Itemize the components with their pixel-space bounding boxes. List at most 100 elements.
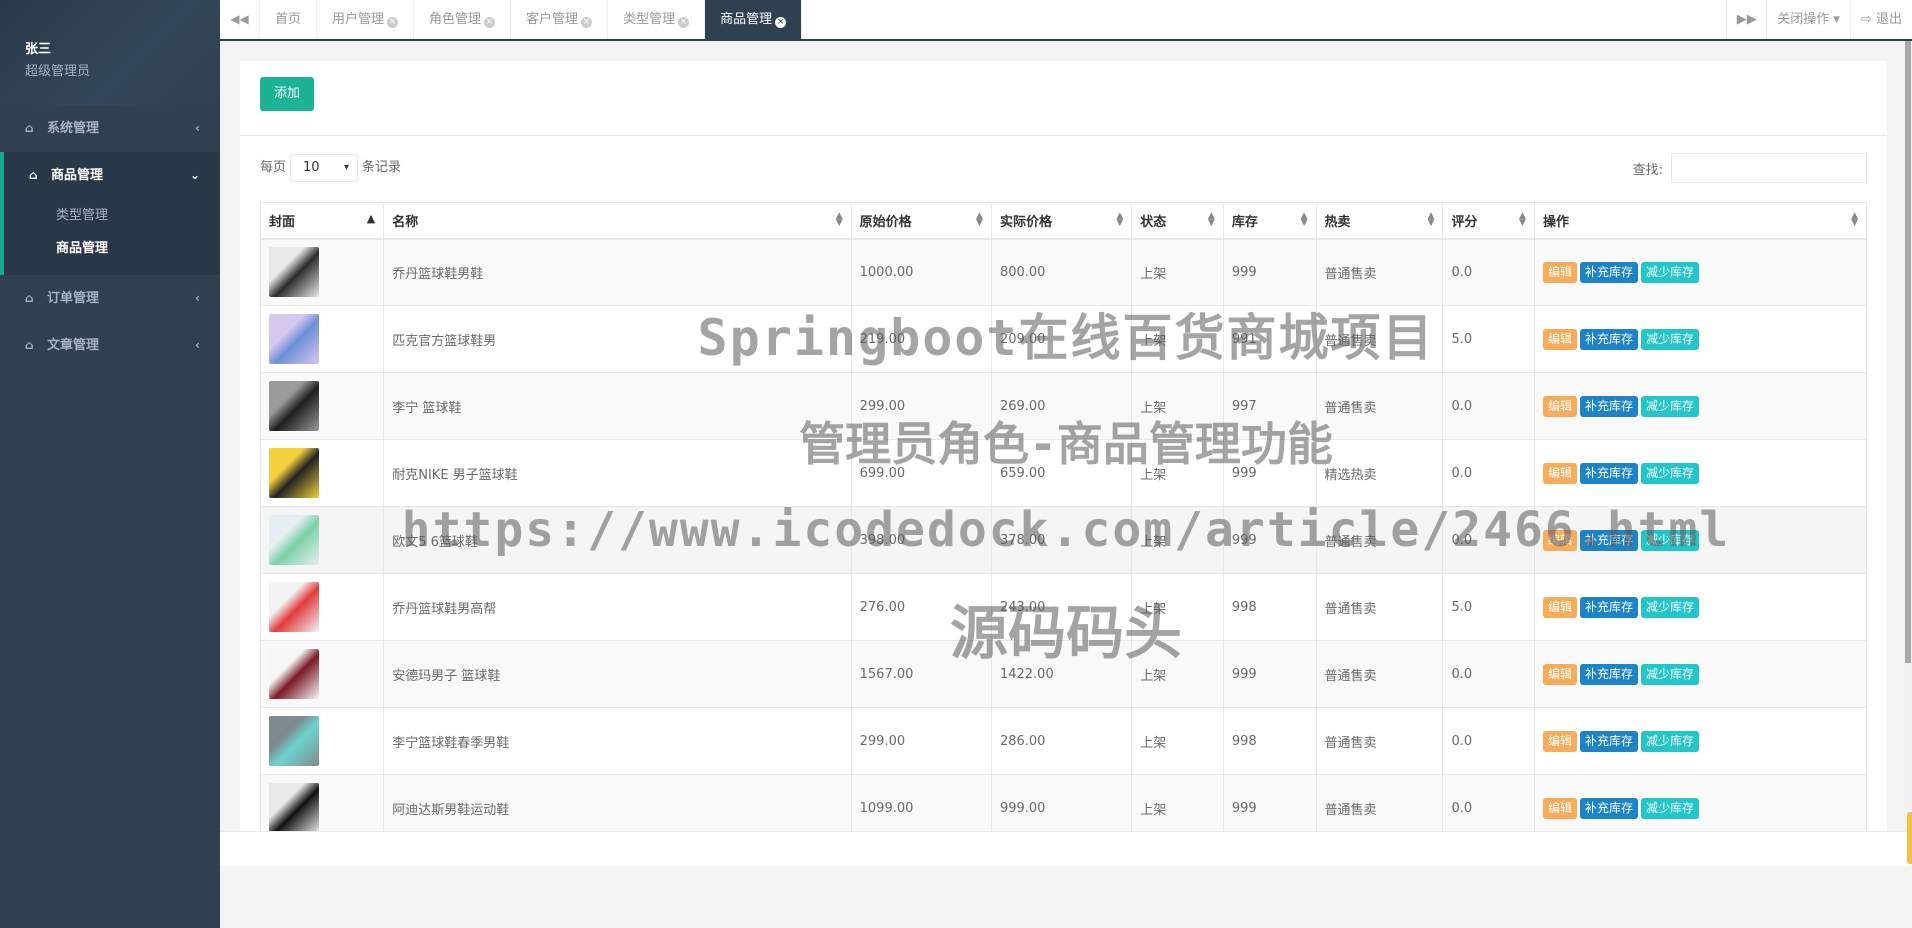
edit-button[interactable]: 编辑 bbox=[1542, 328, 1577, 350]
scroll-tabs-right-button[interactable]: ▶▶ bbox=[1726, 0, 1766, 39]
sidebar-item-system[interactable]: ⌂ 系统管理 ‹ bbox=[0, 105, 220, 152]
tab-role-management[interactable]: 角色管理 × bbox=[414, 0, 512, 39]
search-control: 查找: bbox=[1633, 153, 1867, 183]
sidebar-item-product[interactable]: ⌂ 商品管理 ⌄ bbox=[4, 152, 220, 199]
add-product-button[interactable]: 添加 bbox=[260, 77, 314, 111]
edit-button[interactable]: 编辑 bbox=[1542, 663, 1577, 685]
page-length-select[interactable]: 10 ▾ bbox=[290, 154, 359, 182]
sidebar-subitem-product-management[interactable]: 商品管理 bbox=[4, 232, 220, 265]
tab-customer-management[interactable]: 客户管理 × bbox=[511, 0, 609, 39]
vertical-scrollbar[interactable] bbox=[1904, 41, 1912, 831]
edit-button[interactable]: 编辑 bbox=[1542, 529, 1577, 551]
add-stock-button[interactable]: 补充库存 bbox=[1579, 730, 1638, 752]
close-icon[interactable]: × bbox=[581, 17, 593, 28]
close-icon[interactable]: × bbox=[484, 17, 496, 28]
sidebar-item-article[interactable]: ⌂ 文章管理 ‹ bbox=[0, 322, 220, 369]
cell-actual-price: 659.00 bbox=[990, 439, 1133, 507]
edit-button[interactable]: 编辑 bbox=[1542, 596, 1577, 618]
reduce-stock-button[interactable]: 减少库存 bbox=[1641, 730, 1700, 752]
tab-user-management[interactable]: 用户管理 × bbox=[317, 0, 415, 39]
cell-cover bbox=[259, 372, 385, 440]
side-tag[interactable] bbox=[1907, 812, 1912, 864]
tab-home[interactable]: 首页 bbox=[260, 0, 318, 39]
cell-cover bbox=[259, 506, 385, 574]
add-stock-button[interactable]: 补充库存 bbox=[1579, 797, 1638, 819]
edit-button[interactable]: 编辑 bbox=[1542, 462, 1577, 484]
add-stock-button[interactable]: 补充库存 bbox=[1579, 529, 1638, 551]
sidebar-item-label: 系统管理 bbox=[47, 121, 100, 136]
home-icon: ⌂ bbox=[29, 168, 38, 182]
cell-actual-price: 1422.00 bbox=[990, 640, 1133, 708]
cell-name: 耐克NIKE 男子篮球鞋 bbox=[383, 439, 852, 507]
edit-button[interactable]: 编辑 bbox=[1542, 797, 1577, 819]
cell-original-price: 699.00 bbox=[850, 439, 992, 507]
scrollbar-thumb[interactable] bbox=[1905, 41, 1911, 663]
tab-product-management[interactable]: 商品管理 × bbox=[705, 0, 803, 39]
reduce-stock-button[interactable]: 减少库存 bbox=[1641, 797, 1700, 819]
add-stock-button[interactable]: 补充库存 bbox=[1579, 395, 1638, 417]
page-length-control: 每页 10 ▾ 条记录 bbox=[260, 153, 401, 183]
cell-status: 上架 bbox=[1131, 573, 1224, 641]
tab-label: 用户管理 bbox=[332, 12, 385, 27]
cell-cover bbox=[259, 439, 385, 507]
add-stock-button[interactable]: 补充库存 bbox=[1579, 261, 1638, 283]
column-header-original-price[interactable]: 原始价格 ▲ ▼ bbox=[850, 202, 992, 240]
cell-name: 李宁篮球鞋春季男鞋 bbox=[383, 707, 852, 775]
cell-score: 0.0 bbox=[1442, 640, 1535, 708]
sidebar-subitem-type-management[interactable]: 类型管理 bbox=[4, 199, 220, 232]
cell-stock: 999 bbox=[1222, 439, 1317, 507]
cell-actual-price: 243.00 bbox=[990, 573, 1133, 641]
reduce-stock-button[interactable]: 减少库存 bbox=[1641, 596, 1700, 618]
search-input[interactable] bbox=[1671, 153, 1867, 183]
cell-cover bbox=[259, 707, 385, 775]
column-header-name[interactable]: 名称 ▲ ▼ bbox=[383, 202, 852, 240]
cell-actions: 编辑 补充库存 减少库存 bbox=[1533, 238, 1868, 306]
tab-type-management[interactable]: 类型管理 × bbox=[608, 0, 706, 39]
column-header-actions[interactable]: 操作 ▲ ▼ bbox=[1533, 202, 1868, 240]
column-header-hot[interactable]: 热卖 ▲ ▼ bbox=[1315, 202, 1444, 240]
column-header-cover[interactable]: 封面 ▲ bbox=[259, 202, 385, 240]
chevron-left-icon: ‹ bbox=[195, 338, 200, 352]
reduce-stock-button[interactable]: 减少库存 bbox=[1641, 529, 1700, 551]
add-stock-button[interactable]: 补充库存 bbox=[1579, 328, 1638, 350]
reduce-stock-button[interactable]: 减少库存 bbox=[1641, 261, 1700, 283]
edit-button[interactable]: 编辑 bbox=[1542, 395, 1577, 417]
home-icon: ⌂ bbox=[25, 291, 34, 305]
column-header-score[interactable]: 评分 ▲ ▼ bbox=[1442, 202, 1535, 240]
logout-button[interactable]: ⇨ 退出 bbox=[1849, 0, 1912, 39]
sidebar-item-label: 文章管理 bbox=[47, 338, 100, 353]
reduce-stock-button[interactable]: 减少库存 bbox=[1641, 328, 1700, 350]
add-stock-button[interactable]: 补充库存 bbox=[1579, 462, 1638, 484]
sidebar: 张三 超级管理员 ⌂ 系统管理 ‹ ⌂ 商品管理 ⌄ 类型管理 商品管理 ⌂ 订单管理… bbox=[0, 0, 220, 928]
reduce-stock-button[interactable]: 减少库存 bbox=[1641, 663, 1700, 685]
edit-button[interactable]: 编辑 bbox=[1542, 730, 1577, 752]
add-stock-button[interactable]: 补充库存 bbox=[1579, 596, 1638, 618]
column-header-actual-price[interactable]: 实际价格 ▲ ▼ bbox=[990, 202, 1133, 240]
cell-actions: 编辑 补充库存 减少库存 bbox=[1533, 439, 1868, 507]
cell-actual-price: 269.00 bbox=[990, 372, 1133, 440]
double-chevron-right-icon: ▶▶ bbox=[1736, 12, 1757, 27]
cell-stock: 999 bbox=[1222, 506, 1317, 574]
sidebar-item-order[interactable]: ⌂ 订单管理 ‹ bbox=[0, 275, 220, 322]
scroll-tabs-left-button[interactable]: ◀◀ bbox=[220, 0, 260, 39]
cell-status: 上架 bbox=[1131, 506, 1224, 574]
close-icon[interactable]: × bbox=[775, 17, 787, 28]
cell-stock: 999 bbox=[1222, 640, 1317, 708]
close-icon[interactable]: × bbox=[387, 17, 399, 28]
table-row: 乔丹篮球鞋男高帮 276.00 243.00 上架 998 普通售卖 5.0 编辑 补充库存 减少… bbox=[259, 573, 1868, 641]
column-title: 封面 bbox=[269, 214, 296, 230]
reduce-stock-button[interactable]: 减少库存 bbox=[1641, 462, 1700, 484]
close-operations-dropdown[interactable]: 关闭操作 ▾ bbox=[1766, 0, 1850, 39]
column-header-status[interactable]: 状态 ▲ ▼ bbox=[1131, 202, 1224, 240]
cell-hot: 普通售卖 bbox=[1315, 573, 1444, 641]
column-header-stock[interactable]: 库存 ▲ ▼ bbox=[1222, 202, 1317, 240]
edit-button[interactable]: 编辑 bbox=[1542, 261, 1577, 283]
user-profile[interactable]: 张三 超级管理员 bbox=[0, 0, 220, 105]
chevron-left-icon: ‹ bbox=[195, 291, 200, 305]
cell-cover bbox=[259, 573, 385, 641]
footer-strip bbox=[220, 831, 1912, 866]
add-stock-button[interactable]: 补充库存 bbox=[1579, 663, 1638, 685]
reduce-stock-button[interactable]: 减少库存 bbox=[1641, 395, 1700, 417]
cell-cover bbox=[259, 305, 385, 373]
close-icon[interactable]: × bbox=[678, 17, 690, 28]
